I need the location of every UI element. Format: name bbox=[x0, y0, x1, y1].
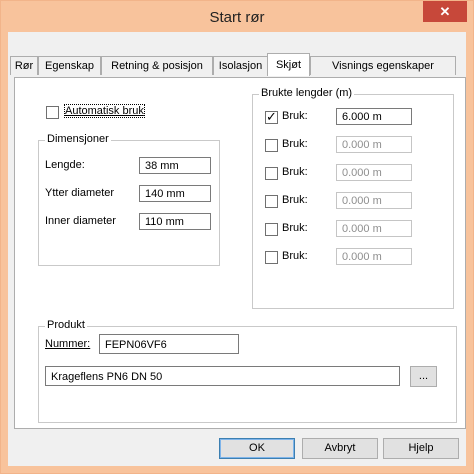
tab-isolasjon[interactable]: Isolasjon bbox=[213, 56, 268, 75]
use-length-2-checkbox[interactable] bbox=[265, 139, 278, 152]
use-length-1-label: Bruk: bbox=[282, 110, 308, 122]
use-length-5-checkbox[interactable] bbox=[265, 223, 278, 236]
outer-diameter-label: Ytter diameter bbox=[45, 187, 115, 199]
cancel-button[interactable]: Avbryt bbox=[302, 438, 378, 459]
use-length-1-field[interactable]: 6.000 m bbox=[336, 108, 412, 125]
use-length-3-label: Bruk: bbox=[282, 166, 308, 178]
use-length-5-label: Bruk: bbox=[282, 222, 308, 234]
auto-use-label[interactable]: Automatisk bruk bbox=[64, 104, 145, 118]
close-button[interactable]: ✕ bbox=[423, 1, 467, 22]
use-length-5-field: 0.000 m bbox=[336, 220, 412, 237]
product-number-label-text: Nummer: bbox=[45, 338, 91, 350]
title-bar[interactable]: Start rør ✕ bbox=[1, 1, 473, 32]
inner-diameter-label: Inner diameter bbox=[45, 215, 116, 227]
tab-panel-skjot: Automatisk bruk Dimensjoner Lengde: 38 m… bbox=[14, 77, 466, 429]
length-label: Lengde: bbox=[45, 159, 85, 171]
dialog-body: Rør Egenskap Retning & posisjon Isolasjo… bbox=[8, 32, 466, 466]
use-length-6-checkbox[interactable] bbox=[265, 251, 278, 264]
help-button[interactable]: Hjelp bbox=[383, 438, 459, 459]
used-lengths-group-label: Brukte lengder (m) bbox=[259, 87, 355, 99]
auto-use-checkbox[interactable] bbox=[46, 106, 59, 119]
dialog-window: Start rør ✕ Rør Egenskap Retning & posis… bbox=[0, 0, 474, 474]
use-length-3-checkbox[interactable] bbox=[265, 167, 278, 180]
use-length-6-label: Bruk: bbox=[282, 250, 308, 262]
use-length-3-field: 0.000 m bbox=[336, 164, 412, 181]
check-icon: ✓ bbox=[266, 109, 277, 124]
use-length-2-field: 0.000 m bbox=[336, 136, 412, 153]
inner-diameter-field[interactable]: 110 mm bbox=[139, 213, 211, 230]
product-group-label: Produkt bbox=[45, 319, 87, 331]
browse-product-button[interactable]: ... bbox=[410, 366, 437, 387]
window-title: Start rør bbox=[209, 9, 265, 26]
used-lengths-group: Brukte lengder (m) ✓ Bruk: 6.000 m Bruk:… bbox=[252, 87, 454, 309]
use-length-1-checkbox[interactable]: ✓ bbox=[265, 109, 278, 124]
tab-retning-posisjon[interactable]: Retning & posisjon bbox=[101, 56, 213, 75]
use-length-4-checkbox[interactable] bbox=[265, 195, 278, 208]
dimensions-group: Dimensjoner Lengde: 38 mm Ytter diameter… bbox=[38, 133, 220, 266]
product-description-field[interactable]: Krageflens PN6 DN 50 bbox=[45, 366, 400, 386]
use-length-4-field: 0.000 m bbox=[336, 192, 412, 209]
use-length-2-label: Bruk: bbox=[282, 138, 308, 150]
outer-diameter-field[interactable]: 140 mm bbox=[139, 185, 211, 202]
use-length-6-field: 0.000 m bbox=[336, 248, 412, 265]
dimensions-group-label: Dimensjoner bbox=[45, 133, 111, 145]
product-number-label: Nummer: bbox=[45, 338, 90, 350]
ok-button[interactable]: OK bbox=[219, 438, 295, 459]
tab-egenskap[interactable]: Egenskap bbox=[38, 56, 101, 75]
length-field[interactable]: 38 mm bbox=[139, 157, 211, 174]
product-group: Produkt Nummer: FEPN06VF6 Krageflens PN6… bbox=[38, 319, 457, 423]
use-length-4-label: Bruk: bbox=[282, 194, 308, 206]
tab-skjot[interactable]: Skjøt bbox=[267, 53, 310, 76]
tab-ror[interactable]: Rør bbox=[10, 56, 38, 75]
close-icon: ✕ bbox=[439, 4, 451, 19]
product-number-field[interactable]: FEPN06VF6 bbox=[99, 334, 239, 354]
tab-visnings-egenskaper[interactable]: Visnings egenskaper bbox=[310, 56, 456, 75]
